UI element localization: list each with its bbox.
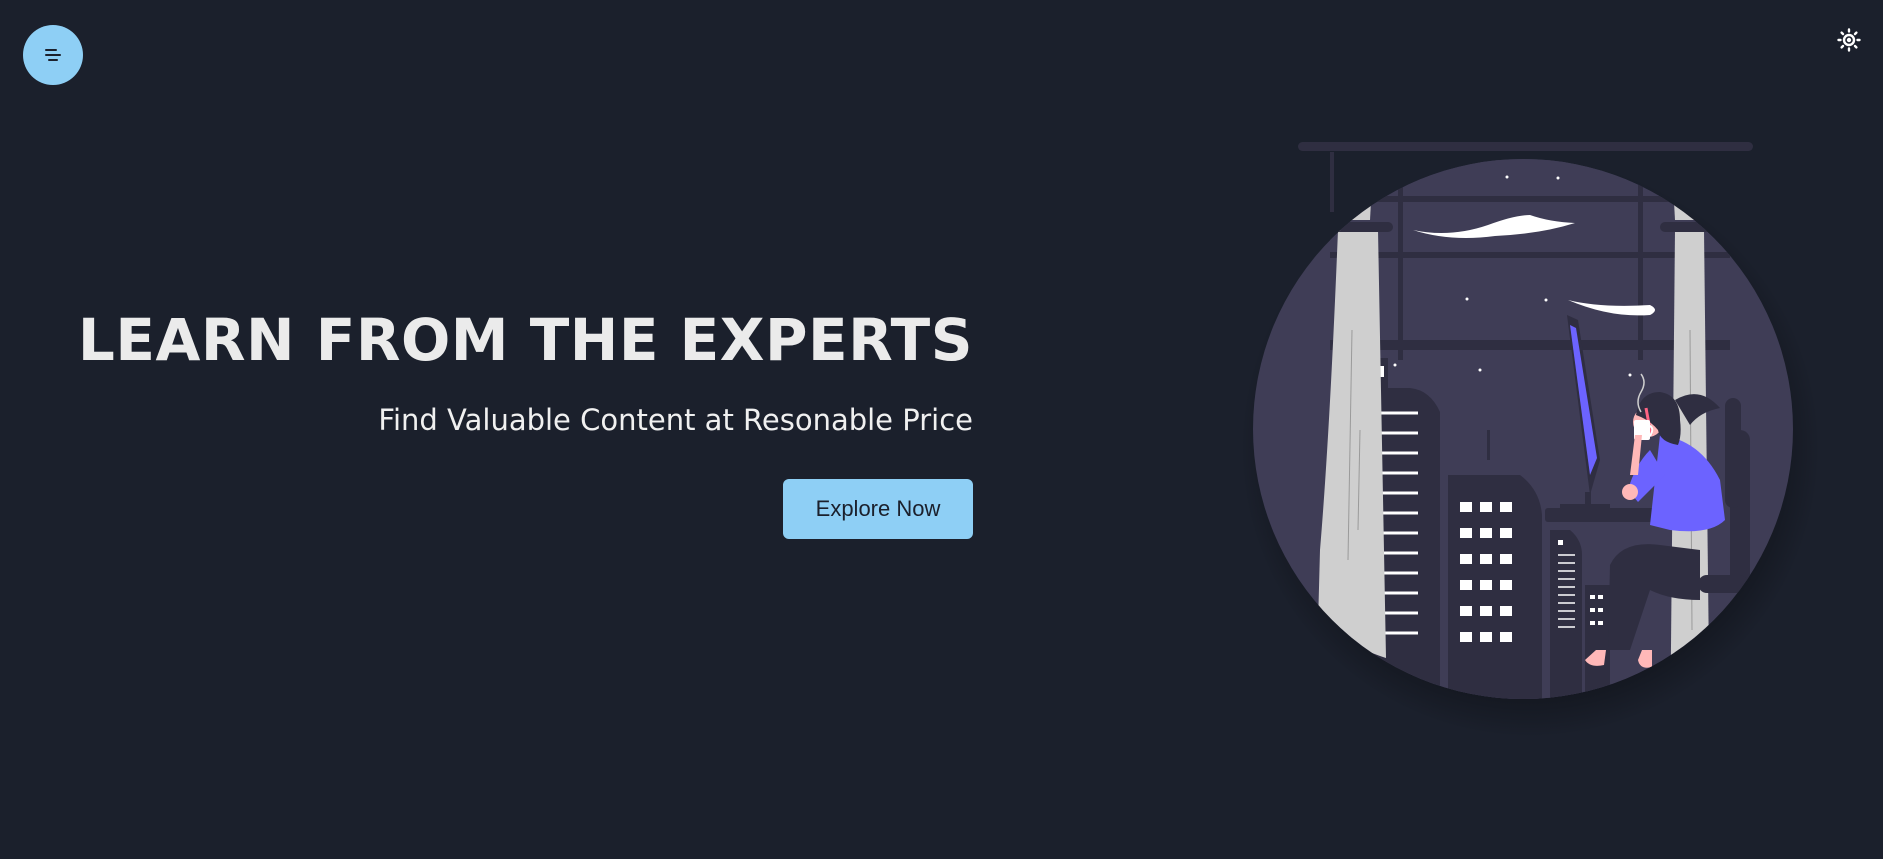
moon bbox=[1360, 159, 1400, 191]
menu-button[interactable] bbox=[23, 25, 83, 85]
hero-subtitle: Find Valuable Content at Resonable Price bbox=[378, 403, 973, 437]
sun-icon bbox=[1837, 28, 1861, 52]
explore-now-button[interactable]: Explore Now bbox=[783, 479, 973, 539]
hero-title: LEARN FROM THE EXPERTS bbox=[77, 306, 973, 374]
hero-section: LEARN FROM THE EXPERTS Find Valuable Con… bbox=[78, 300, 973, 539]
curtain-rod bbox=[1298, 142, 1753, 151]
menu-icon bbox=[45, 49, 61, 61]
theme-toggle-button[interactable] bbox=[1837, 28, 1861, 52]
hero-illustration bbox=[1240, 142, 1820, 738]
